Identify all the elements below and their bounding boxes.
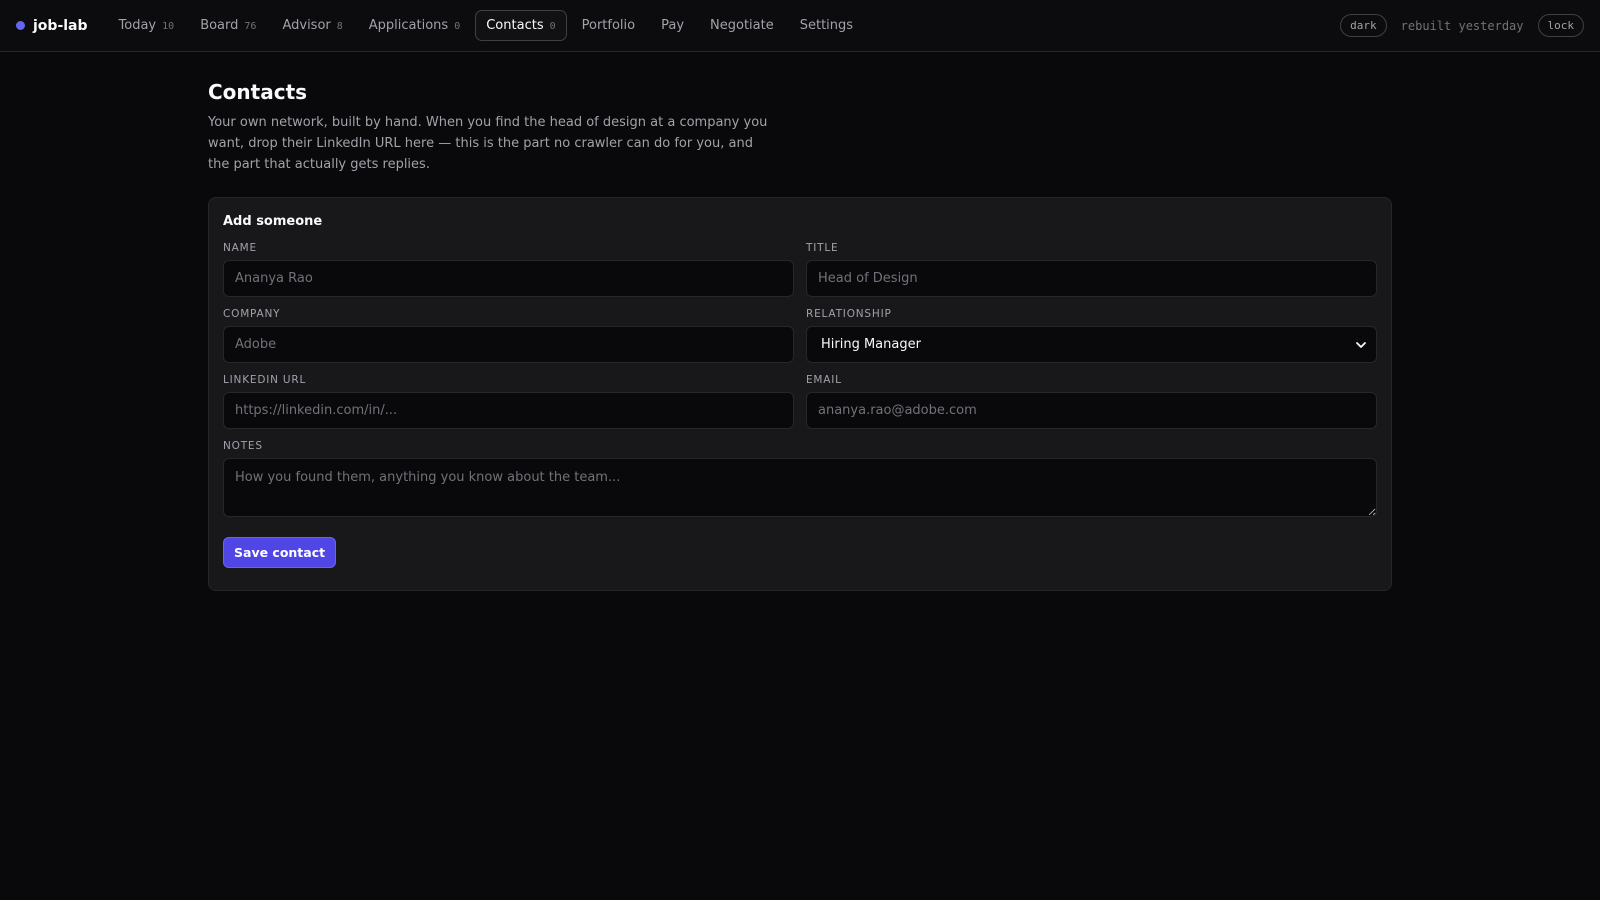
nav-item-board[interactable]: Board 76 (189, 10, 267, 41)
lock-button[interactable]: lock (1537, 14, 1584, 37)
nav-count: 0 (454, 21, 461, 32)
title-field[interactable] (806, 260, 1377, 297)
main-content: Contacts Your own network, built by hand… (208, 52, 1392, 591)
card-title: Add someone (223, 214, 323, 229)
company-label: Company (223, 308, 281, 320)
nav-label: Today (118, 18, 157, 33)
email-group: Email (806, 374, 1377, 429)
nav-item-settings[interactable]: Settings (789, 10, 864, 41)
nav-label: Advisor (282, 18, 331, 33)
relationship-group: Relationship Hiring Manager (806, 308, 1377, 363)
linkedin-group: LinkedIn URL (223, 374, 794, 429)
nav-label: Negotiate (710, 18, 774, 33)
nav-item-pay[interactable]: Pay (650, 10, 695, 41)
notes-group: Notes (223, 440, 1377, 521)
page-intro: Your own network, built by hand. When yo… (208, 115, 768, 172)
relationship-label: Relationship (806, 308, 892, 320)
nav-count: 76 (244, 21, 257, 32)
page-title: Contacts (208, 80, 308, 104)
title-label: Title (806, 242, 839, 254)
dot-icon (16, 21, 25, 30)
nav-label: Board (200, 18, 239, 33)
nav-item-today[interactable]: Today 10 (108, 10, 186, 41)
app-brand[interactable]: job-lab (16, 18, 88, 34)
nav-item-negotiate[interactable]: Negotiate (699, 10, 785, 41)
nav-count: 0 (549, 21, 556, 32)
add-contact-card: Add someone Name Title Company Relations… (208, 197, 1392, 591)
top-navigation-bar: job-lab Today 10 Board 76 Advisor 8 Appl… (0, 0, 1600, 52)
save-contact-button[interactable]: Save contact (223, 537, 337, 568)
relationship-select[interactable]: Hiring Manager (806, 326, 1377, 363)
company-group: Company (223, 308, 794, 363)
nav-label: Pay (661, 18, 685, 33)
topbar-actions: dark rebuilt yesterday lock (1340, 14, 1584, 37)
relationship-select-wrap: Hiring Manager (806, 326, 1377, 363)
nav-item-portfolio[interactable]: Portfolio (571, 10, 646, 41)
email-field[interactable] (806, 392, 1377, 429)
nav-count: 10 (162, 21, 175, 32)
nav-label: Portfolio (581, 18, 636, 33)
title-group: Title (806, 242, 1377, 297)
nav-item-contacts[interactable]: Contacts 0 (475, 10, 567, 41)
notes-field[interactable] (223, 458, 1377, 517)
email-label: Email (806, 374, 842, 386)
name-group: Name (223, 242, 794, 297)
theme-toggle-button[interactable]: dark (1340, 14, 1387, 37)
main-nav: Today 10 Board 76 Advisor 8 Applications… (108, 10, 865, 41)
name-field[interactable] (223, 260, 794, 297)
linkedin-url-field[interactable] (223, 392, 794, 429)
notes-label: Notes (223, 440, 263, 452)
company-field[interactable] (223, 326, 794, 363)
nav-label: Applications (368, 18, 449, 33)
chevron-down-icon (1356, 341, 1366, 348)
contact-form: Name Title Company Relationship Hiring M… (223, 242, 1377, 521)
relationship-value: Hiring Manager (821, 337, 921, 352)
nav-count: 8 (336, 21, 343, 32)
name-label: Name (223, 242, 257, 254)
nav-label: Settings (799, 18, 854, 33)
nav-item-advisor[interactable]: Advisor 8 (271, 10, 353, 41)
nav-item-applications[interactable]: Applications 0 (358, 10, 471, 41)
nav-label: Contacts (486, 18, 544, 33)
app-name: job-lab (33, 17, 88, 34)
rebuild-status: rebuilt yesterday (1400, 18, 1524, 33)
linkedin-label: LinkedIn URL (223, 374, 307, 386)
